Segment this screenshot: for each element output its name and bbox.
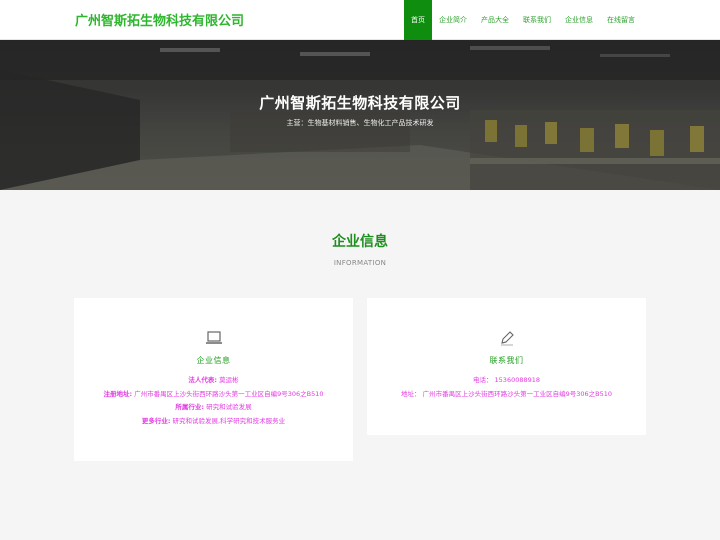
company-card-title: 企业信息	[196, 356, 231, 365]
laptop-icon	[74, 330, 353, 349]
row-label: 注册地址:	[103, 389, 133, 398]
row-value: 莫运彬	[219, 376, 239, 384]
hero-title: 广州智斯拓生物科技有限公司	[259, 94, 461, 112]
main-nav: 首页 企业简介 产品大全 联系我们 企业信息 在线留言	[404, 0, 642, 40]
contact-card-title: 联系我们	[489, 356, 524, 365]
nav-contact[interactable]: 联系我们	[516, 0, 558, 40]
row-label: 所属行业:	[175, 403, 205, 411]
row-label: 法人代表:	[188, 376, 218, 384]
company-info-list: 法人代表: 莫运彬 注册地址: 广州市番禺区上沙头街西环路沙头第一工业区自编9号…	[74, 374, 353, 428]
nav-company-info[interactable]: 企业信息	[558, 0, 600, 40]
phone-value[interactable]: 15360088918	[495, 376, 541, 384]
section-subtitle: INFORMATION	[333, 259, 387, 267]
registered-address-row: 注册地址: 广州市番禺区上沙头街西环路沙头第一工业区自编9号306之B510	[74, 388, 353, 402]
company-info-card: 企业信息 法人代表: 莫运彬 注册地址: 广州市番禺区上沙头街西环路沙头第一工业…	[74, 298, 353, 461]
row-label: 地址：	[401, 389, 421, 398]
top-navbar: 广州智斯拓生物科技有限公司 首页 企业简介 产品大全 联系我们 企业信息 在线留…	[0, 0, 720, 40]
nav-products[interactable]: 产品大全	[474, 0, 516, 40]
nav-company-intro[interactable]: 企业简介	[432, 0, 474, 40]
section-title: 企业信息	[332, 234, 388, 250]
contact-card: 联系我们 电话： 15360088918 地址： 广州市番禺区上沙头街西环路沙头…	[367, 298, 646, 435]
hero-background-image	[0, 40, 720, 190]
legal-rep-row: 法人代表: 莫运彬	[74, 374, 353, 388]
hero-subtitle: 主营：生物基材料销售、生物化工产品技术研发	[286, 119, 434, 127]
row-value: 广州市番禺区上沙头街西环路沙头第一工业区自编9号306之B510	[422, 389, 612, 398]
hero-banner: 广州智斯拓生物科技有限公司 主营：生物基材料销售、生物化工产品技术研发	[0, 40, 720, 190]
site-logo[interactable]: 广州智斯拓生物科技有限公司	[75, 10, 244, 29]
row-label: 更多行业:	[141, 416, 171, 425]
industry-row: 所属行业: 研究和试验发展	[74, 401, 353, 415]
address-row: 地址： 广州市番禺区上沙头街西环路沙头第一工业区自编9号306之B510	[367, 388, 646, 402]
row-value: 广州市番禺区上沙头街西环路沙头第一工业区自编9号306之B510	[134, 389, 324, 398]
contact-info-list: 电话： 15360088918 地址： 广州市番禺区上沙头街西环路沙头第一工业区…	[367, 374, 646, 401]
row-label: 电话：	[472, 376, 493, 384]
nav-home[interactable]: 首页	[404, 0, 432, 40]
pencil-icon	[367, 330, 646, 350]
more-industry-row: 更多行业: 研究和试验发展,科学研究和技术服务业	[74, 415, 353, 429]
row-value: 研究和试验发展	[206, 403, 252, 411]
nav-message[interactable]: 在线留言	[600, 0, 642, 40]
row-value: 研究和试验发展,科学研究和技术服务业	[172, 416, 286, 425]
phone-row: 电话： 15360088918	[367, 374, 646, 388]
